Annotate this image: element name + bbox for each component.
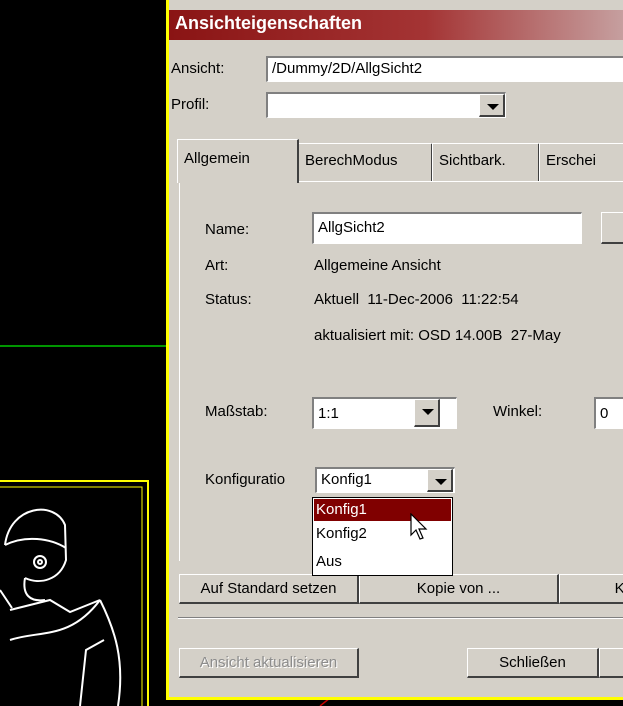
tab-allgemein[interactable]: Allgemein <box>177 139 299 183</box>
scale-dropdown-button[interactable] <box>414 399 440 427</box>
art-label: Art: <box>205 257 229 274</box>
tab-erscheinung[interactable]: Erschei <box>539 143 623 181</box>
status-label: Status: <box>205 291 252 308</box>
ansicht-label: Ansicht: <box>171 60 225 77</box>
profil-label: Profil: <box>171 96 210 113</box>
config-option-konfig1[interactable]: Konfig1 <box>314 499 451 521</box>
tab-erscheinung-label: Erschei <box>546 152 597 169</box>
updated-value: aktualisiert mit: OSD 14.00B 27-May <box>314 327 561 344</box>
extra-button[interactable] <box>599 648 623 678</box>
dialog-titlebar[interactable]: Ansichteigenschaften <box>169 10 623 40</box>
angle-field[interactable]: 0 <box>594 397 623 429</box>
tab-sichtbarkeit-label: Sichtbark. <box>439 152 506 169</box>
tab-sichtbarkeit[interactable]: Sichtbark. <box>432 143 540 181</box>
tab-berechmodus-label: BerechModus <box>305 152 398 169</box>
profil-select[interactable] <box>266 92 506 118</box>
config-label: Konfiguratio <box>205 471 286 488</box>
name-field[interactable]: AllgSicht2 <box>312 212 582 244</box>
name-action-button[interactable] <box>601 212 623 244</box>
mouse-cursor-icon <box>410 513 428 540</box>
tab-allgemein-label: Allgemein <box>184 150 250 167</box>
copy-from-button[interactable]: Kopie von ... <box>359 574 559 604</box>
ko-button[interactable]: Ko <box>559 574 623 604</box>
config-dropdown-button[interactable] <box>427 469 453 492</box>
angle-label: Winkel: <box>493 403 543 420</box>
profil-dropdown-button[interactable] <box>479 94 505 117</box>
config-dropdown-list[interactable]: Konfig1 Konfig2 Aus <box>312 497 453 576</box>
art-value: Allgemeine Ansicht <box>314 257 441 274</box>
ansicht-field[interactable]: /Dummy/2D/AllgSicht2 <box>266 56 623 82</box>
refresh-view-button[interactable]: Ansicht aktualisieren <box>179 648 359 678</box>
config-option-aus[interactable]: Aus <box>314 551 451 573</box>
dialog-title: Ansichteigenschaften <box>175 13 363 33</box>
config-option-konfig2[interactable]: Konfig2 <box>314 523 451 545</box>
name-label: Name: <box>205 221 250 238</box>
cad-figure-drawing <box>0 508 122 706</box>
button-separator <box>178 617 623 619</box>
close-button[interactable]: Schließen <box>467 648 599 678</box>
tab-berechmodus[interactable]: BerechModus <box>298 143 433 181</box>
status-value: Aktuell 11-Dec-2006 11:22:54 <box>314 291 519 308</box>
scale-label: Maßstab: <box>205 403 268 420</box>
set-default-button[interactable]: Auf Standard setzen <box>179 574 359 604</box>
view-properties-dialog: Ansichteigenschaften Ansicht: /Dummy/2D/… <box>166 0 623 700</box>
